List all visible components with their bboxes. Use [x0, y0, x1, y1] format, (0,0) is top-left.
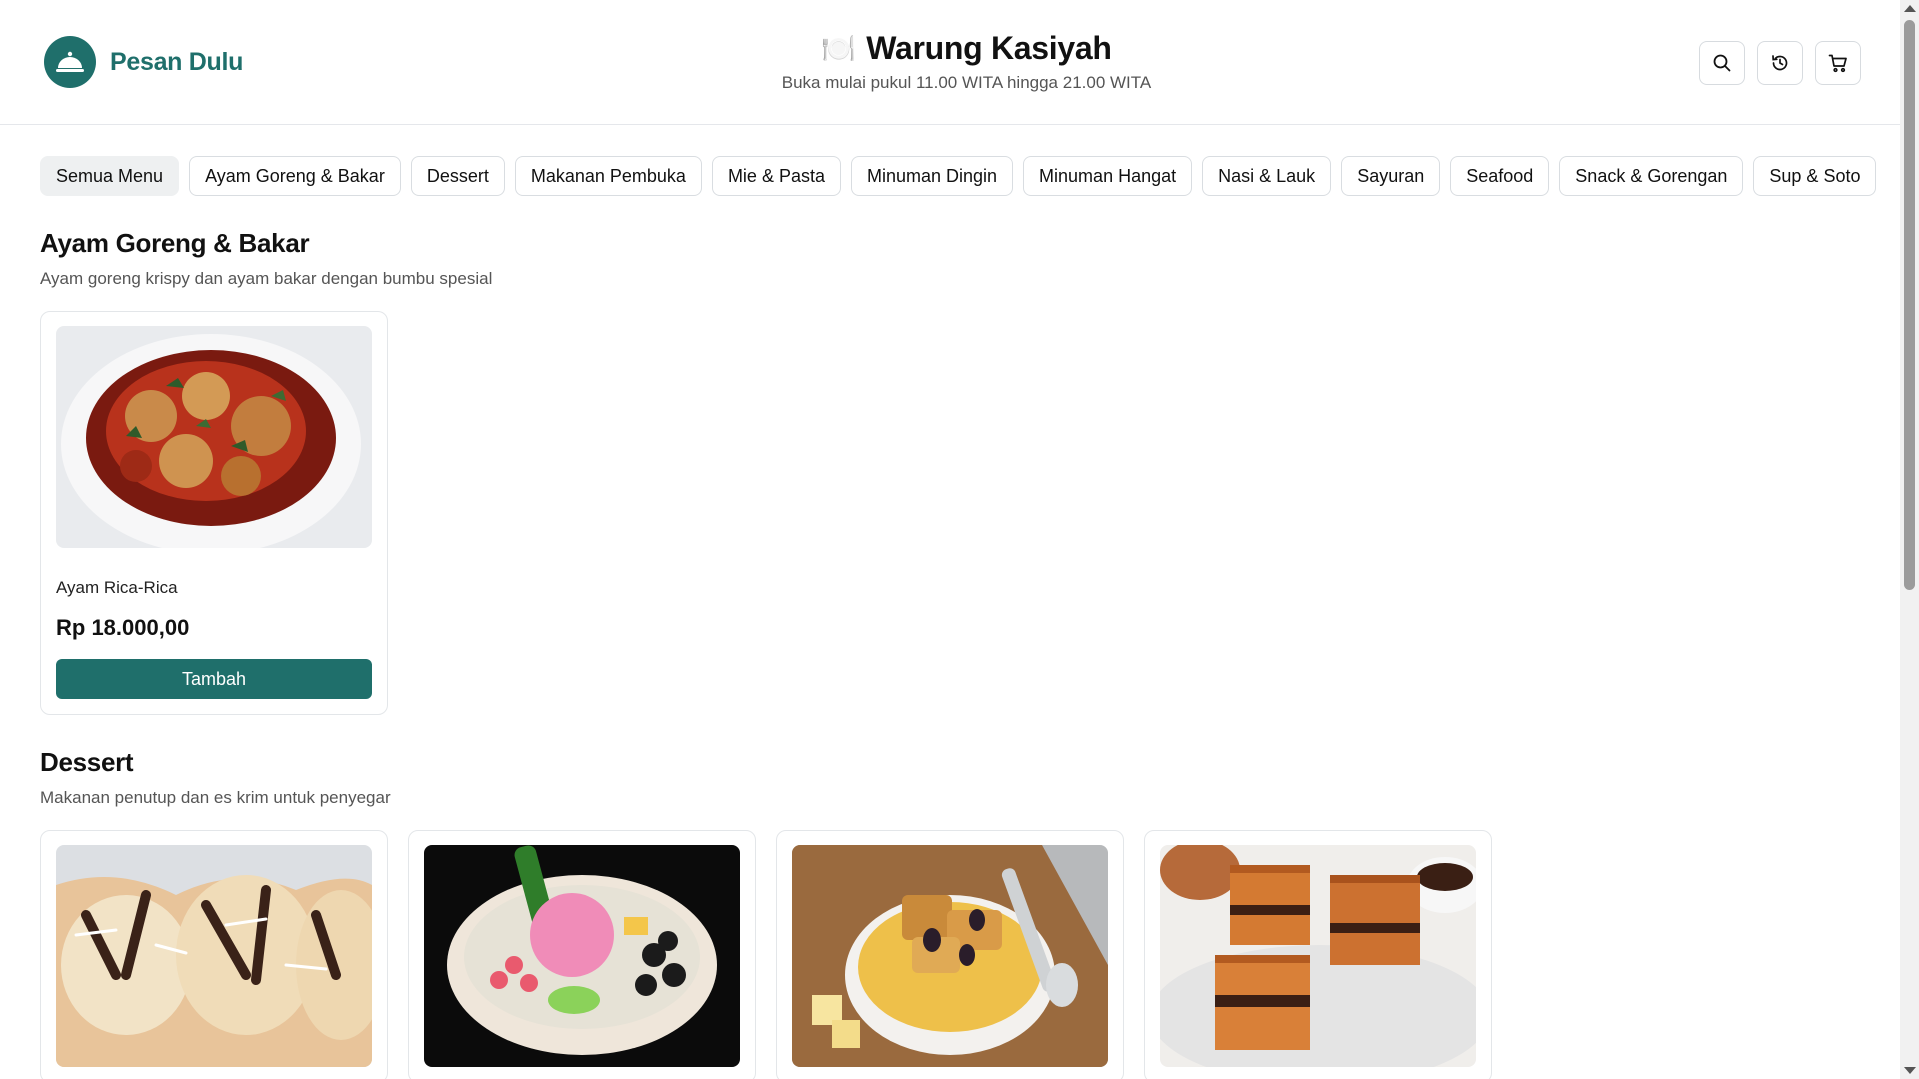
tab-nasi-lauk[interactable]: Nasi & Lauk	[1202, 156, 1332, 196]
scroll-up-icon[interactable]	[1904, 5, 1916, 12]
item-price: Rp 18.000,00	[56, 615, 190, 640]
tab-ayam-goreng-bakar[interactable]: Ayam Goreng & Bakar	[189, 156, 401, 196]
menu-card[interactable]: Ayam Rica-Rica Rp 18.000,00 Tambah	[40, 311, 388, 715]
section-description: Ayam goreng krispy dan ayam bakar dengan…	[40, 269, 493, 288]
top-header: Pesan Dulu 🍽️ Warung Kasiyah Buka mulai …	[0, 0, 1900, 125]
scroll-down-icon[interactable]	[1904, 1067, 1916, 1074]
history-button[interactable]	[1757, 41, 1803, 85]
store-title: Warung Kasiyah	[866, 30, 1112, 66]
tab-minuman-hangat[interactable]: Minuman Hangat	[1023, 156, 1193, 196]
menu-card[interactable]	[408, 830, 756, 1079]
section-title: Ayam Goreng & Bakar	[40, 228, 310, 258]
food-image	[424, 845, 740, 1067]
tab-minuman-dingin[interactable]: Minuman Dingin	[850, 156, 1014, 196]
tab-snack-gorengan[interactable]: Snack & Gorengan	[1559, 156, 1744, 196]
food-image	[792, 845, 1108, 1067]
section-description: Makanan penutup dan es krim untuk penyeg…	[40, 788, 391, 807]
section-ayam-goreng-bakar: Ayam Goreng & Bakar Ayam goreng krispy d…	[40, 228, 493, 715]
search-button[interactable]	[1699, 41, 1745, 85]
cart-button[interactable]	[1815, 41, 1861, 85]
tab-makanan-pembuka[interactable]: Makanan Pembuka	[514, 156, 702, 196]
item-name: Ayam Rica-Rica	[56, 578, 178, 597]
section-title: Dessert	[40, 747, 134, 777]
menu-card[interactable]	[40, 830, 388, 1079]
page-scrollbar[interactable]	[1900, 0, 1919, 1079]
tab-sup-soto[interactable]: Sup & Soto	[1753, 156, 1877, 196]
tab-semua-menu[interactable]: Semua Menu	[40, 156, 180, 196]
search-icon	[1713, 54, 1731, 72]
store-heading: 🍽️ Warung Kasiyah Buka mulai pukul 11.00…	[0, 30, 1919, 93]
food-image	[56, 326, 372, 548]
tab-sayuran[interactable]: Sayuran	[1341, 156, 1441, 196]
tab-mie-pasta[interactable]: Mie & Pasta	[711, 156, 841, 196]
food-image	[56, 845, 372, 1067]
add-to-cart-button[interactable]: Tambah	[56, 659, 372, 699]
tab-dessert[interactable]: Dessert	[410, 156, 505, 196]
store-hours: Buka mulai pukul 11.00 WITA hingga 21.00…	[781, 73, 1152, 92]
section-dessert: Dessert Makanan penutup dan es krim untu…	[40, 747, 1492, 1079]
category-tabs: Semua Menu Ayam Goreng & Bakar Dessert M…	[40, 156, 1877, 196]
menu-card[interactable]	[776, 830, 1124, 1079]
scroll-thumb[interactable]	[1904, 20, 1915, 590]
cart-icon	[1828, 54, 1847, 73]
tab-seafood[interactable]: Seafood	[1450, 156, 1550, 196]
menu-card[interactable]	[1144, 830, 1492, 1079]
history-icon	[1772, 55, 1788, 71]
plate-icon: 🍽️	[821, 33, 857, 64]
food-image	[1160, 845, 1476, 1067]
